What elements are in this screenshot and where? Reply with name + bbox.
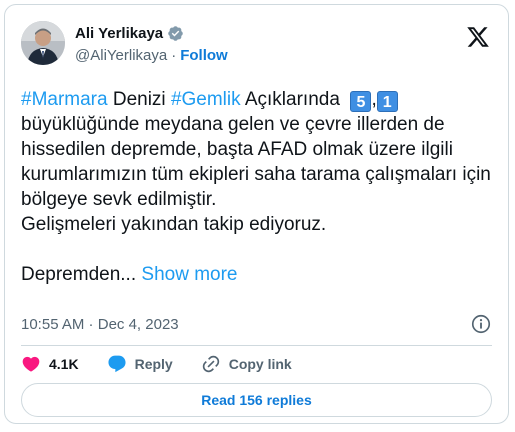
magnitude-comma: , — [371, 89, 377, 110]
divider — [21, 345, 492, 346]
x-logo-icon[interactable] — [466, 25, 490, 49]
reply-bubble-icon — [107, 354, 127, 374]
tweet-paragraph-3: Depremden... Show more — [21, 262, 491, 287]
author-handle[interactable]: @AliYerlikaya — [75, 47, 167, 64]
tweet-text-truncated: Depremden... — [21, 264, 137, 285]
author-name-row: Ali Yerlikaya — [75, 25, 184, 42]
tweet-text-segment: Denizi — [107, 89, 171, 110]
keycap-digit-emoji: 5 — [350, 91, 372, 112]
hashtag-gemlik[interactable]: #Gemlik — [171, 89, 241, 110]
show-more-link[interactable]: Show more — [141, 264, 237, 285]
info-icon[interactable] — [470, 313, 492, 335]
tweet-paragraph-2: Gelişmeleri yakından takip ediyoruz. — [21, 214, 327, 235]
action-bar: 4.1K Reply Copy link — [21, 351, 320, 377]
reply-label: Reply — [134, 356, 173, 372]
tweet-card[interactable]: Ali Yerlikaya @AliYerlikaya · Follow #Ma… — [4, 4, 509, 424]
reply-button[interactable]: Reply — [107, 354, 173, 374]
like-count: 4.1K — [49, 356, 79, 372]
author-handle-row: @AliYerlikaya · Follow — [75, 47, 228, 64]
tweet-meta: 10:55 AM · Dec 4, 2023 — [21, 313, 492, 335]
tweet-header: Ali Yerlikaya @AliYerlikaya · Follow — [21, 19, 492, 69]
tweet-date[interactable]: Dec 4, 2023 — [98, 316, 179, 333]
keycap-digit-emoji: 1 — [376, 91, 398, 112]
read-replies-button[interactable]: Read 156 replies — [21, 383, 492, 417]
heart-icon — [21, 354, 41, 374]
link-icon — [201, 354, 221, 374]
hashtag-marmara[interactable]: #Marmara — [21, 89, 108, 110]
tweet-paragraph-1: #Marmara Denizi #Gemlik Açıklarında 5,1 … — [21, 87, 491, 212]
follow-button[interactable]: Follow — [180, 47, 228, 64]
verified-badge-icon — [167, 25, 184, 42]
tweet-text: #Marmara Denizi #Gemlik Açıklarında 5,1 … — [21, 87, 491, 287]
tweet-text-segment: Açıklarında — [240, 89, 351, 110]
like-button[interactable]: 4.1K — [21, 354, 79, 374]
avatar[interactable] — [21, 21, 65, 65]
copy-link-button[interactable]: Copy link — [201, 354, 292, 374]
handle-separator: · — [171, 47, 177, 64]
author-name[interactable]: Ali Yerlikaya — [75, 25, 163, 42]
tweet-time[interactable]: 10:55 AM — [21, 316, 84, 333]
copy-link-label: Copy link — [228, 356, 292, 372]
meta-separator: · — [84, 315, 98, 333]
tweet-text-segment: büyüklüğünde meydana gelen ve çevre ille… — [21, 114, 491, 210]
